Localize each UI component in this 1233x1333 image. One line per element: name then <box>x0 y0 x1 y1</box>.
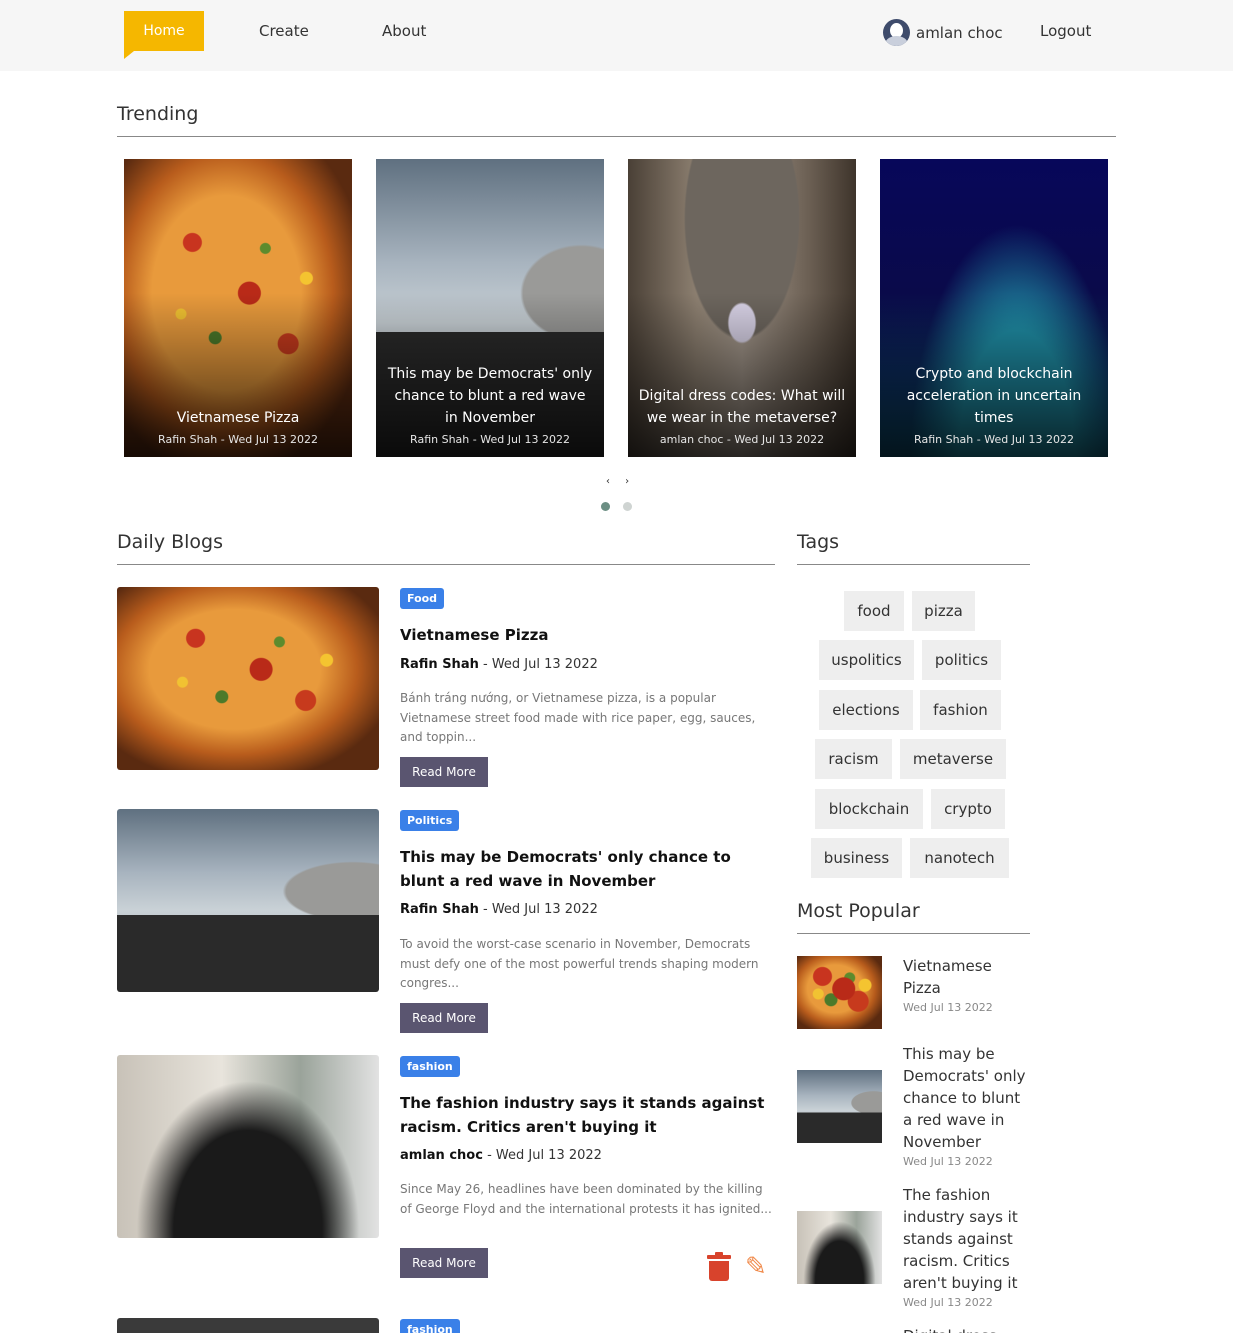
blog-post-meta: Rafin Shah - Wed Jul 13 2022 <box>400 902 598 917</box>
tag-chip[interactable]: blockchain <box>815 789 923 829</box>
blog-post-title[interactable]: Vietnamese Pizza <box>400 623 775 647</box>
nav-about-link[interactable]: About <box>382 22 426 40</box>
most-popular-divider <box>797 933 1030 934</box>
daily-blogs-heading: Daily Blogs <box>117 531 224 553</box>
trending-card[interactable]: Vietnamese Pizza Rafin Shah - Wed Jul 13… <box>124 159 352 457</box>
trash-lid <box>707 1255 731 1259</box>
popular-post-title[interactable]: Vietnamese Pizza <box>903 955 1028 999</box>
carousel-arrows[interactable]: ‹ › <box>606 476 635 487</box>
tag-chip[interactable]: crypto <box>931 789 1005 829</box>
trending-divider <box>117 136 1116 137</box>
tag-chip[interactable]: racism <box>815 739 892 779</box>
popular-post-title[interactable]: This may be Democrats' only chance to bl… <box>903 1043 1028 1153</box>
blog-post-date: - Wed Jul 13 2022 <box>482 1148 602 1163</box>
blog-tag-badge[interactable]: Politics <box>400 810 460 831</box>
blog-post-date: - Wed Jul 13 2022 <box>478 657 598 672</box>
blog-post-image[interactable] <box>117 1318 379 1333</box>
blog-post-image[interactable] <box>117 587 379 770</box>
tag-chip[interactable]: politics <box>922 640 1001 680</box>
blog-post-image[interactable] <box>117 809 379 992</box>
trending-card-meta: Rafin Shah - Wed Jul 13 2022 <box>914 433 1074 446</box>
most-popular-heading: Most Popular <box>797 900 920 922</box>
trending-card[interactable]: This may be Democrats' only chance to bl… <box>376 159 604 457</box>
blog-post-excerpt: To avoid the worst-case scenario in Nove… <box>400 937 759 990</box>
user-name: amlan choc <box>916 23 1003 42</box>
tag-chip[interactable]: uspolitics <box>819 640 914 680</box>
tag-chip[interactable]: nanotech <box>910 838 1009 878</box>
navbar: Home Create About amlan choc Logout <box>0 0 1233 71</box>
popular-post-image[interactable] <box>797 956 882 1029</box>
tag-chip[interactable]: food <box>844 591 904 631</box>
trending-heading: Trending <box>117 103 199 125</box>
user-profile[interactable]: amlan choc <box>883 19 1003 46</box>
trending-card-title: Crypto and blockchain acceleration in un… <box>906 366 1082 426</box>
blog-tag-badge[interactable]: fashion <box>400 1319 460 1333</box>
trending-card-meta: amlan choc - Wed Jul 13 2022 <box>659 433 825 446</box>
popular-post-date: Wed Jul 13 2022 <box>903 1155 993 1168</box>
popular-post-date: Wed Jul 13 2022 <box>903 1001 993 1014</box>
blog-post-title[interactable]: This may be Democrats' only chance to bl… <box>400 845 775 893</box>
tag-chip[interactable]: metaverse <box>900 739 1006 779</box>
read-more-button[interactable]: Read More <box>400 1248 488 1278</box>
trending-card-title: This may be Democrats' only chance to bl… <box>387 366 593 426</box>
popular-post-image[interactable] <box>797 1211 882 1284</box>
blog-post-author: Rafin Shah <box>400 657 479 672</box>
tags-heading: Tags <box>797 531 840 553</box>
nav-create-link[interactable]: Create <box>259 22 309 40</box>
popular-post-image[interactable] <box>797 1070 882 1143</box>
blog-post-excerpt: Bánh tráng nướng, or Vietnamese pizza, i… <box>400 691 756 744</box>
tag-chip[interactable]: pizza <box>912 591 975 631</box>
blog-post-excerpt: Since May 26, headlines have been domina… <box>400 1182 772 1216</box>
tag-chip[interactable]: fashion <box>920 690 1001 730</box>
trending-card-title: Vietnamese Pizza <box>176 410 300 426</box>
trending-card[interactable]: Crypto and blockchain acceleration in un… <box>880 159 1108 457</box>
tag-chip[interactable]: elections <box>819 690 913 730</box>
tag-chip[interactable]: business <box>811 838 902 878</box>
trending-card-meta: Rafin Shah - Wed Jul 13 2022 <box>158 433 318 446</box>
blog-post-author: Rafin Shah <box>400 902 479 917</box>
user-avatar-icon <box>883 19 910 46</box>
blog-post-title[interactable]: The fashion industry says it stands agai… <box>400 1091 775 1139</box>
nav-home-link[interactable]: Home <box>124 11 204 59</box>
trending-card[interactable]: Digital dress codes: What will we wear i… <box>628 159 856 457</box>
trash-bin <box>709 1261 729 1281</box>
popular-post-date: Wed Jul 13 2022 <box>903 1296 993 1309</box>
read-more-button[interactable]: Read More <box>400 1003 488 1033</box>
logout-link[interactable]: Logout <box>1040 22 1091 40</box>
edit-icon[interactable]: ✎ <box>745 1252 775 1282</box>
popular-post-title[interactable]: The fashion industry says it stands agai… <box>903 1184 1028 1294</box>
trending-card-meta: Rafin Shah - Wed Jul 13 2022 <box>410 433 570 446</box>
carousel-dot-active[interactable] <box>601 502 610 511</box>
popular-post-title[interactable]: Digital dress <box>903 1325 1028 1333</box>
blog-post-author: amlan choc <box>400 1148 483 1163</box>
blog-post-image[interactable] <box>117 1055 379 1238</box>
trending-card-title: Digital dress codes: What will we wear i… <box>638 388 846 426</box>
daily-blogs-divider <box>117 564 775 565</box>
read-more-button[interactable]: Read More <box>400 757 488 787</box>
blog-tag-badge[interactable]: fashion <box>400 1056 460 1077</box>
carousel-dot[interactable] <box>623 502 632 511</box>
tags-divider <box>797 564 1030 565</box>
blog-post-meta: Rafin Shah - Wed Jul 13 2022 <box>400 657 598 672</box>
blog-post-meta: amlan choc - Wed Jul 13 2022 <box>400 1148 602 1163</box>
blog-post-date: - Wed Jul 13 2022 <box>478 902 598 917</box>
trash-icon[interactable] <box>707 1252 731 1282</box>
blog-tag-badge[interactable]: Food <box>400 588 445 609</box>
